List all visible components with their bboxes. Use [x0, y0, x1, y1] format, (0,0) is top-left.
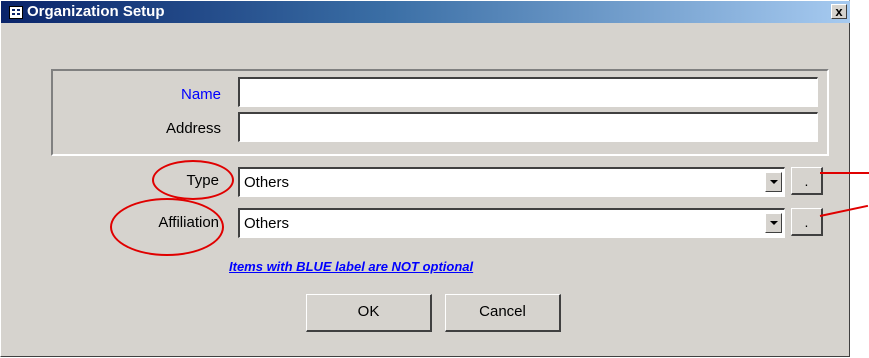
- organization-setup-window: Organization Setup x Name Address Type O…: [0, 0, 850, 357]
- affiliation-annotation-circle: [110, 198, 224, 256]
- type-dropdown-value: Others: [244, 174, 290, 191]
- affiliation-more-button[interactable]: .: [791, 208, 823, 236]
- affiliation-dropdown-value: Others: [244, 215, 290, 232]
- dropdown-arrow-icon[interactable]: [765, 172, 782, 192]
- address-label: Address: [165, 120, 221, 137]
- type-dropdown[interactable]: Others: [238, 167, 785, 197]
- affiliation-dropdown[interactable]: Others: [238, 208, 785, 238]
- ok-button[interactable]: OK: [306, 294, 432, 332]
- dropdown-arrow-icon[interactable]: [765, 213, 782, 233]
- window-title: Organization Setup: [27, 3, 165, 20]
- type-annotation-circle: [152, 160, 234, 200]
- name-input[interactable]: [238, 77, 818, 107]
- required-fields-note[interactable]: Items with BLUE label are NOT optional: [229, 258, 629, 276]
- cancel-button[interactable]: Cancel: [445, 294, 561, 332]
- app-icon: [9, 6, 23, 19]
- address-input[interactable]: [238, 112, 818, 142]
- type-annotation-arrow: [820, 172, 869, 174]
- close-button[interactable]: x: [831, 4, 847, 19]
- title-bar[interactable]: Organization Setup x: [1, 1, 850, 23]
- close-icon: x: [835, 4, 843, 19]
- type-more-button[interactable]: .: [791, 167, 823, 195]
- name-label: Name: [180, 86, 221, 103]
